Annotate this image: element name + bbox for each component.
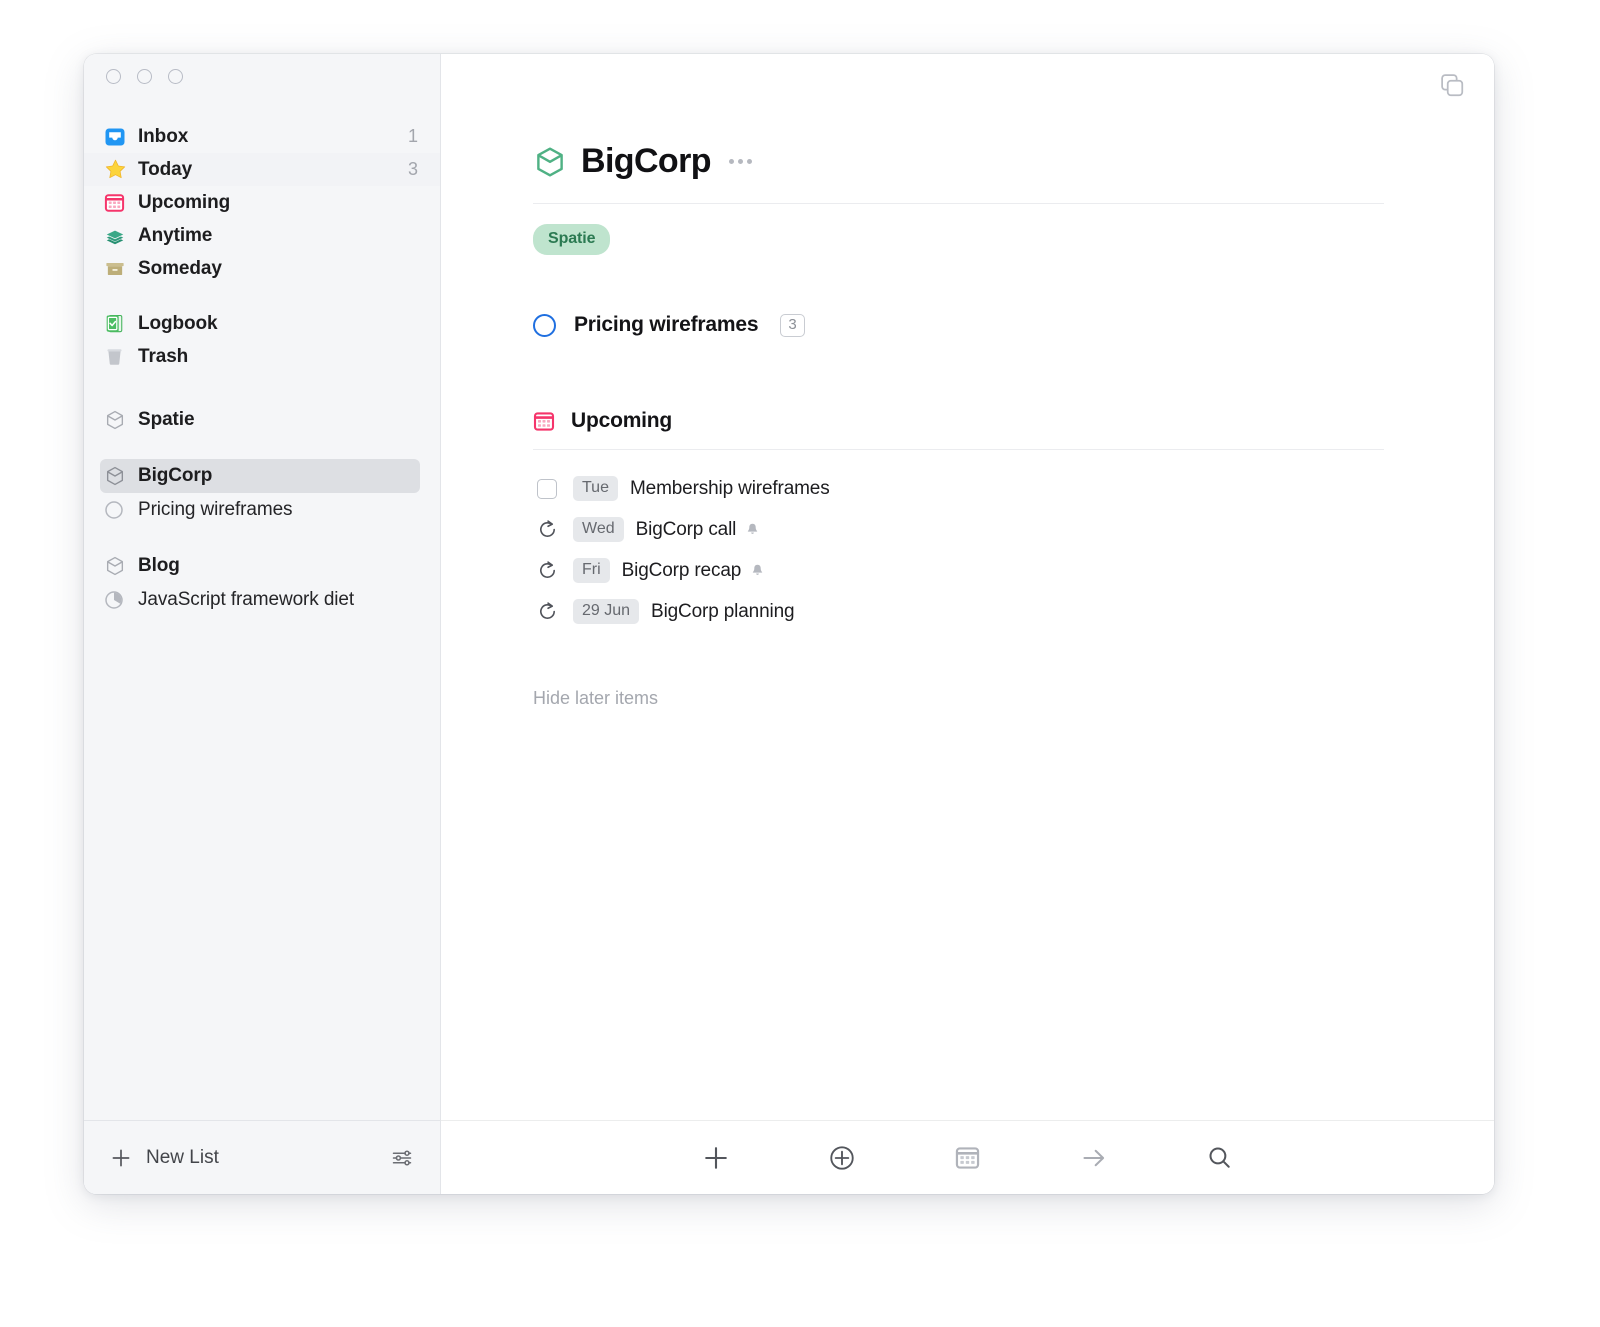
list-item[interactable]: Wed BigCorp call <box>533 509 1384 550</box>
sidebar-item-label: Someday <box>138 257 222 279</box>
date-badge: 29 Jun <box>573 599 640 624</box>
sidebar-project-javascript-framework-diet[interactable]: JavaScript framework diet <box>84 583 440 617</box>
project-header: BigCorp <box>533 142 1384 204</box>
area-hex-icon <box>104 555 130 577</box>
list-item-title: BigCorp recap <box>621 559 742 581</box>
list-item[interactable]: 29 Jun BigCorp planning <box>533 591 1384 632</box>
sidebar-item-someday[interactable]: Someday <box>84 252 440 285</box>
sidebar: Inbox 1 Today 3 Upcoming Anytime Someday… <box>84 54 441 1194</box>
date-badge: Tue <box>573 476 618 501</box>
sidebar-area-label: BigCorp <box>138 465 213 486</box>
sidebar-item-label: Trash <box>138 345 189 367</box>
star-icon <box>104 158 130 181</box>
sidebar-project-label: Pricing wireframes <box>138 499 293 520</box>
hide-later-items-button[interactable]: Hide later items <box>533 688 658 709</box>
reminder-bell-icon <box>750 563 765 578</box>
search-button[interactable] <box>1157 1132 1283 1184</box>
new-list-label: New List <box>146 1146 219 1168</box>
sidebar-item-label: Inbox <box>138 125 189 147</box>
sidebar-item-count: 1 <box>407 126 418 146</box>
project-circle-icon <box>104 500 130 520</box>
sidebar-item-upcoming[interactable]: Upcoming <box>84 186 440 219</box>
layers-icon <box>104 225 130 247</box>
todo-item-pricing-wireframes[interactable]: Pricing wireframes 3 <box>533 313 1384 337</box>
list-item-title: Membership wireframes <box>629 477 830 499</box>
copy-windows-icon[interactable] <box>1439 72 1466 99</box>
sidebar-item-logbook[interactable]: Logbook <box>84 307 440 340</box>
repeat-icon[interactable] <box>533 519 573 540</box>
sidebar-item-label: Today <box>138 158 193 180</box>
section-header-upcoming: Upcoming <box>533 409 1384 450</box>
list-item-title: BigCorp planning <box>651 600 795 622</box>
new-list-button[interactable]: New List <box>110 1147 219 1169</box>
sidebar-item-count: 3 <box>407 159 418 179</box>
window-minimize-button[interactable] <box>137 68 152 84</box>
sidebar-item-today[interactable]: Today 3 <box>84 153 440 186</box>
new-todo-button[interactable] <box>653 1132 779 1184</box>
sidebar-item-trash[interactable]: Trash <box>84 340 440 373</box>
logbook-icon <box>104 313 130 334</box>
sidebar-area-label: Blog <box>138 555 180 576</box>
area-hex-icon <box>104 409 130 431</box>
sidebar-area-spatie[interactable]: Spatie <box>84 403 440 437</box>
sidebar-item-label: Anytime <box>138 224 213 246</box>
move-button[interactable] <box>1031 1132 1157 1184</box>
main-footer-toolbar <box>441 1120 1494 1194</box>
areas-spacer <box>84 373 440 403</box>
area-gap <box>84 437 440 459</box>
sidebar-footer: New List <box>84 1120 440 1194</box>
list-item[interactable]: Tue Membership wireframes <box>533 468 1384 509</box>
calendar-icon <box>533 410 555 432</box>
inbox-icon <box>104 126 130 148</box>
open-circle-icon[interactable] <box>533 313 556 337</box>
todo-title: Pricing wireframes <box>574 313 759 336</box>
sidebar-item-label: Upcoming <box>138 191 231 213</box>
date-badge: Fri <box>573 558 610 583</box>
sidebar-project-label: JavaScript framework diet <box>138 589 355 610</box>
window-zoom-button[interactable] <box>168 68 183 84</box>
reminder-bell-icon <box>745 522 760 537</box>
project-pie-icon <box>104 590 130 610</box>
app-window: Inbox 1 Today 3 Upcoming Anytime Someday… <box>84 54 1494 1194</box>
list-item[interactable]: Fri BigCorp recap <box>533 550 1384 591</box>
plus-icon <box>110 1147 132 1169</box>
repeat-icon[interactable] <box>533 560 573 581</box>
repeat-icon[interactable] <box>533 601 573 622</box>
tag-spatie[interactable]: Spatie <box>533 224 611 255</box>
window-traffic-lights <box>84 54 440 98</box>
sidebar-project-pricing-wireframes[interactable]: Pricing wireframes <box>84 493 440 527</box>
section-title: Upcoming <box>571 409 673 432</box>
sidebar-area-blog[interactable]: Blog <box>84 549 440 583</box>
ellipsis-icon[interactable] <box>725 153 756 170</box>
area-gap <box>84 527 440 549</box>
sidebar-area-label: Spatie <box>138 409 195 430</box>
todo-count-badge: 3 <box>780 313 805 337</box>
when-button[interactable] <box>905 1132 1031 1184</box>
date-badge: Wed <box>573 517 624 542</box>
window-close-button[interactable] <box>106 68 121 84</box>
page-title: BigCorp <box>581 142 712 180</box>
upcoming-list: Tue Membership wireframes Wed BigCorp ca… <box>533 468 1384 632</box>
sidebar-item-anytime[interactable]: Anytime <box>84 219 440 252</box>
box-icon <box>104 258 130 280</box>
main-topbar <box>441 54 1494 116</box>
calendar-icon <box>104 192 130 213</box>
tag-row: Spatie <box>533 204 1384 255</box>
main-body: BigCorp Spatie Pricing wireframes 3 Upco… <box>441 116 1494 1120</box>
sidebar-item-label: Logbook <box>138 312 218 334</box>
trash-icon <box>104 346 130 367</box>
new-heading-button[interactable] <box>779 1132 905 1184</box>
sliders-icon[interactable] <box>390 1146 414 1170</box>
checkbox-icon[interactable] <box>533 478 573 499</box>
sidebar-area-bigcorp[interactable]: BigCorp <box>84 459 440 493</box>
list-item-title: BigCorp call <box>635 518 737 540</box>
project-hex-icon <box>533 145 567 179</box>
main-content: BigCorp Spatie Pricing wireframes 3 Upco… <box>441 54 1494 1194</box>
nav-divider-spacer <box>84 285 440 307</box>
sidebar-nav: Inbox 1 Today 3 Upcoming Anytime Someday… <box>84 98 440 1120</box>
sidebar-item-inbox[interactable]: Inbox 1 <box>84 120 440 153</box>
area-hex-icon <box>104 465 130 487</box>
